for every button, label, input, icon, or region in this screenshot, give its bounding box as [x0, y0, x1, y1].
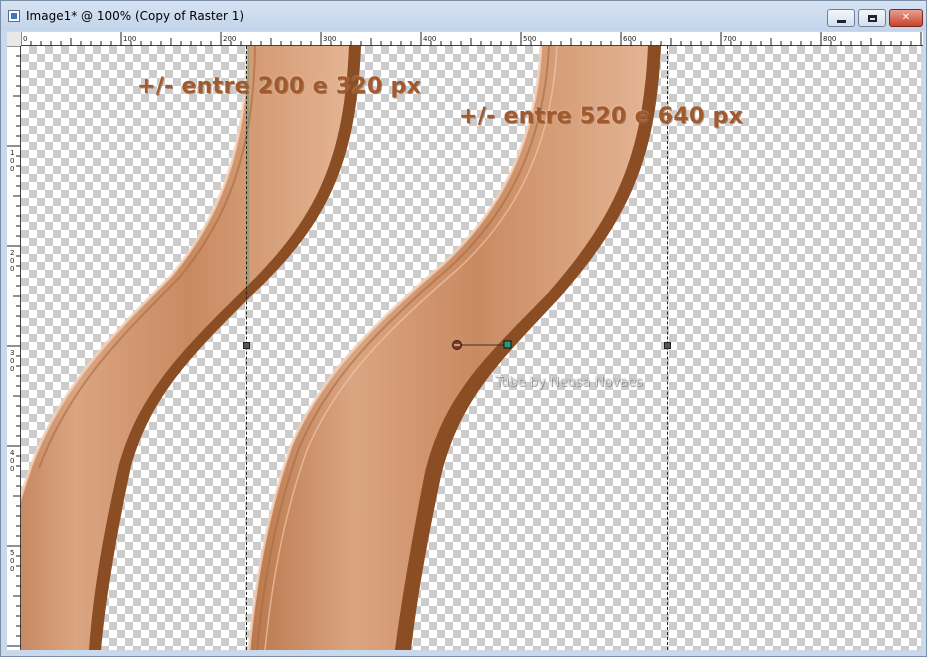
ruler-label: 5 — [10, 549, 14, 557]
tube-artwork — [21, 46, 661, 650]
ruler-label: 700 — [723, 35, 736, 43]
horizontal-ruler[interactable]: 0 100 200 300 400 500 600 700 800 — [7, 32, 923, 46]
app-icon — [8, 10, 20, 22]
vertical-ruler[interactable]: 100200300400500 — [7, 46, 21, 650]
minimize-button[interactable] — [827, 9, 855, 27]
title-bar[interactable]: Image1* @ 100% (Copy of Raster 1) ✕ — [1, 1, 926, 31]
annotation-right: +/- entre 520 e 640 px — [459, 104, 744, 129]
ruler-label: 3 — [10, 349, 14, 357]
ruler-label: 4 — [10, 449, 15, 457]
close-icon: ✕ — [901, 12, 911, 23]
ruler-corner — [7, 32, 21, 46]
ruler-label: 800 — [823, 35, 836, 43]
watermark-text: Tube by Neusa Novaes — [495, 375, 643, 390]
ruler-label: 0 — [10, 365, 14, 373]
ruler-label: 600 — [623, 35, 636, 43]
maximize-icon — [867, 14, 877, 22]
ruler-label: 0 — [23, 35, 27, 43]
ruler-label: 0 — [10, 357, 14, 365]
horizontal-ruler-ticks: 0 100 200 300 400 500 600 700 800 — [20, 32, 922, 46]
ruler-label: 0 — [10, 265, 14, 273]
maximize-button[interactable] — [858, 9, 886, 27]
window-title: Image1* @ 100% (Copy of Raster 1) — [26, 9, 245, 23]
vertical-ruler-ticks: 100200300400500 — [7, 46, 21, 647]
close-button[interactable]: ✕ — [889, 9, 923, 27]
ruler-label: 0 — [10, 257, 14, 265]
guide-handle-right[interactable] — [664, 342, 671, 349]
ruler-label: 100 — [123, 35, 136, 43]
ruler-label: 0 — [10, 165, 14, 173]
ruler-label: 500 — [523, 35, 536, 43]
ruler-label: 0 — [10, 565, 14, 573]
annotation-left: +/- entre 200 e 320 px — [137, 74, 422, 99]
guide-handle-left[interactable] — [243, 342, 250, 349]
ruler-label: 0 — [10, 457, 14, 465]
ruler-label: 300 — [323, 35, 336, 43]
ruler-label: 0 — [10, 465, 14, 473]
image-window: Image1* @ 100% (Copy of Raster 1) ✕ 0 100… — [0, 0, 927, 657]
ruler-label: 0 — [10, 557, 14, 565]
ruler-label: 1 — [10, 149, 14, 157]
ruler-label: 400 — [423, 35, 436, 43]
ruler-label: 0 — [10, 157, 14, 165]
window-bottom-border — [1, 650, 926, 656]
minimize-icon — [836, 19, 846, 23]
ruler-label: 200 — [223, 35, 236, 43]
ruler-label: 2 — [10, 249, 14, 257]
image-canvas[interactable]: +/- entre 200 e 320 px +/- entre 520 e 6… — [21, 46, 921, 650]
